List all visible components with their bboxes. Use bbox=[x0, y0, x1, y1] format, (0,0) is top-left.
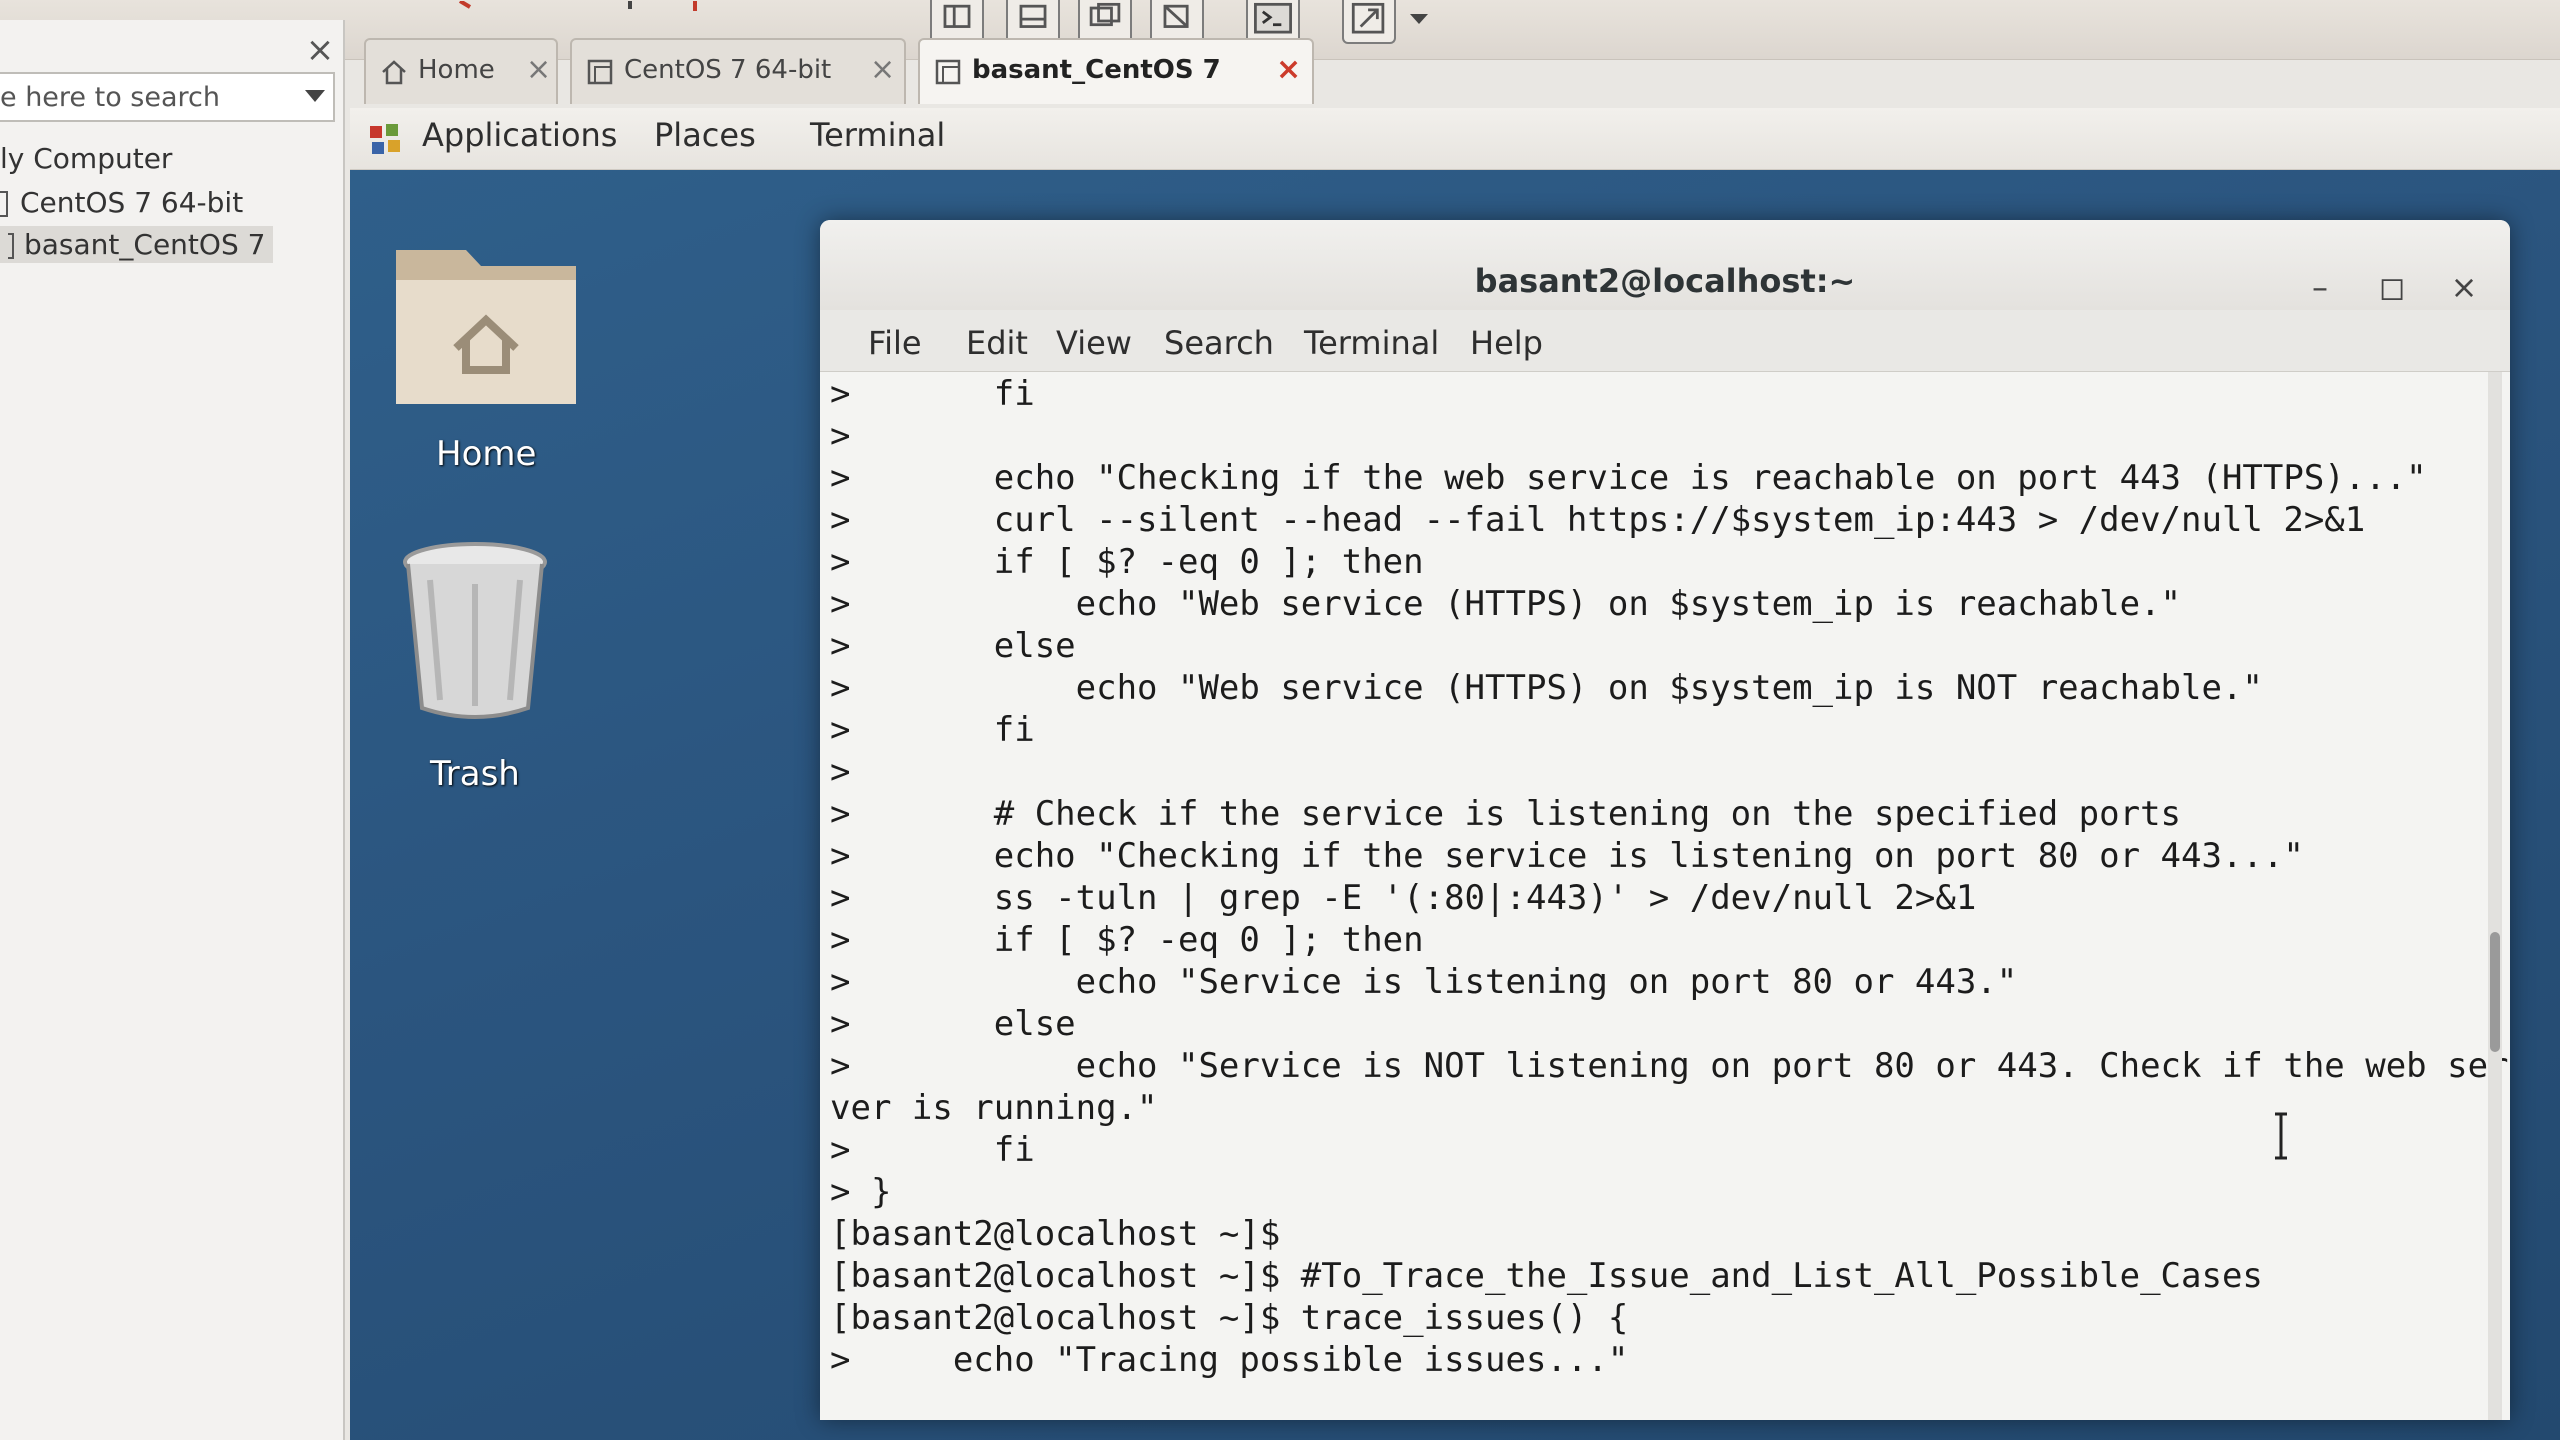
terminal-line: > fi bbox=[830, 710, 1035, 750]
menu-edit[interactable]: Edit bbox=[966, 324, 1028, 362]
close-icon[interactable]: × bbox=[526, 40, 551, 100]
terminal-line: > echo "Tracing possible issues..." bbox=[830, 1340, 1629, 1380]
terminal-line: > echo "Service is NOT listening on port… bbox=[830, 1046, 2509, 1086]
terminal-line: > fi bbox=[830, 1130, 1035, 1170]
terminal-line: > echo "Checking if the service is liste… bbox=[830, 836, 2304, 876]
terminal-line: > else bbox=[830, 626, 1076, 666]
terminal-line: [basant2@localhost ~]$ bbox=[830, 1214, 1281, 1254]
terminal-line: [basant2@localhost ~]$ #To_Trace_the_Iss… bbox=[830, 1256, 2263, 1296]
vm-icon bbox=[0, 191, 8, 217]
terminal-title: basant2@localhost:~ bbox=[1474, 262, 1856, 300]
library-item-my-computer[interactable]: ly Computer bbox=[0, 142, 172, 175]
terminal-menubar: File Edit View Search Terminal Help bbox=[820, 310, 2510, 372]
close-icon[interactable]: × bbox=[870, 40, 895, 100]
gnome-top-panel: Applications Places Terminal bbox=[350, 108, 2560, 170]
library-panel: × e here to search ly Computer CentOS 7 … bbox=[0, 20, 345, 1440]
places-menu[interactable]: Places bbox=[654, 116, 756, 154]
menu-terminal[interactable]: Terminal bbox=[1304, 324, 1439, 362]
desktop-icon-label-home[interactable]: Home bbox=[436, 434, 536, 474]
fullscreen-dropdown-icon[interactable] bbox=[1410, 14, 1428, 24]
home-folder-icon[interactable] bbox=[386, 220, 586, 410]
terminal-line: > bbox=[830, 752, 851, 792]
terminal-line: > bbox=[830, 416, 851, 456]
terminal-line: > if [ $? -eq 0 ]; then bbox=[830, 920, 1424, 960]
tab-label: CentOS 7 64-bit bbox=[624, 55, 832, 85]
maximize-icon[interactable]: ◻ bbox=[2372, 268, 2412, 306]
library-item-label: CentOS 7 64-bit bbox=[20, 186, 244, 219]
terminal-line: > } bbox=[830, 1172, 892, 1212]
tab-home[interactable]: Home × bbox=[364, 38, 558, 104]
terminal-titlebar[interactable]: basant2@localhost:~ – ◻ × bbox=[820, 220, 2510, 310]
tab-basant-centos[interactable]: basant_CentOS 7 × bbox=[918, 38, 1314, 104]
terminal-line: > echo "Checking if the web service is r… bbox=[830, 458, 2427, 498]
menu-view[interactable]: View bbox=[1056, 324, 1132, 362]
terminal-window: basant2@localhost:~ – ◻ × File Edit View… bbox=[820, 220, 2510, 1420]
desktop-icon-label-trash[interactable]: Trash bbox=[430, 754, 520, 794]
library-item-basant-centos[interactable]: basant_CentOS 7 bbox=[0, 226, 274, 263]
library-item-label: basant_CentOS 7 bbox=[24, 228, 266, 261]
tab-label: Home bbox=[418, 55, 495, 85]
terminal-line: > # Check if the service is listening on… bbox=[830, 794, 2182, 834]
library-item-label: ly Computer bbox=[0, 142, 173, 175]
chevron-down-icon[interactable] bbox=[305, 90, 325, 102]
terminal-line: > else bbox=[830, 1004, 1076, 1044]
menu-file[interactable]: File bbox=[868, 324, 922, 362]
terminal-output[interactable]: > fi > > echo "Checking if the web servi… bbox=[820, 372, 2510, 1420]
terminal-line: ver is running." bbox=[830, 1088, 1158, 1128]
close-icon[interactable]: × bbox=[1276, 40, 1301, 100]
applications-menu[interactable]: Applications bbox=[422, 116, 617, 154]
home-icon bbox=[382, 60, 406, 85]
vm-icon bbox=[8, 233, 14, 259]
terminal-line: > if [ $? -eq 0 ]; then bbox=[830, 542, 1424, 582]
library-search-placeholder: e here to search bbox=[0, 82, 220, 113]
vm-tabbar: Home × CentOS 7 64-bit × basant_CentOS 7… bbox=[356, 38, 2560, 108]
applications-menu-icon bbox=[370, 124, 400, 154]
tab-centos-64bit[interactable]: CentOS 7 64-bit × bbox=[570, 38, 906, 104]
text-cursor-icon bbox=[2275, 1112, 2287, 1160]
library-item-centos-64bit[interactable]: CentOS 7 64-bit bbox=[0, 186, 243, 219]
vm-icon bbox=[587, 59, 613, 85]
terminal-line: > curl --silent --head --fail https://$s… bbox=[830, 500, 2366, 540]
terminal-line: [basant2@localhost ~]$ trace_issues() { bbox=[830, 1298, 1629, 1338]
menu-search[interactable]: Search bbox=[1164, 324, 1274, 362]
scrollbar-thumb[interactable] bbox=[2490, 932, 2500, 1052]
terminal-line: > fi bbox=[830, 374, 1035, 414]
power-controls-icon[interactable] bbox=[440, 0, 700, 14]
tab-label: basant_CentOS 7 bbox=[972, 55, 1221, 85]
library-close-icon[interactable]: × bbox=[302, 32, 338, 68]
menu-help[interactable]: Help bbox=[1470, 324, 1543, 362]
library-search-input[interactable]: e here to search bbox=[0, 72, 335, 122]
close-icon[interactable]: × bbox=[2444, 268, 2484, 306]
terminal-line: > echo "Web service (HTTPS) on $system_i… bbox=[830, 668, 2263, 708]
trash-icon[interactable] bbox=[400, 540, 550, 720]
terminal-line: > echo "Web service (HTTPS) on $system_i… bbox=[830, 584, 2182, 624]
terminal-line: > echo "Service is listening on port 80 … bbox=[830, 962, 2018, 1002]
terminal-menu[interactable]: Terminal bbox=[810, 116, 945, 154]
minimize-icon[interactable]: – bbox=[2300, 268, 2340, 306]
vm-icon bbox=[935, 59, 961, 85]
terminal-line: > ss -tuln | grep -E '(:80|:443)' > /dev… bbox=[830, 878, 1977, 918]
terminal-scrollbar[interactable] bbox=[2488, 372, 2502, 1420]
screen: × e here to search ly Computer CentOS 7 … bbox=[0, 0, 2560, 1440]
